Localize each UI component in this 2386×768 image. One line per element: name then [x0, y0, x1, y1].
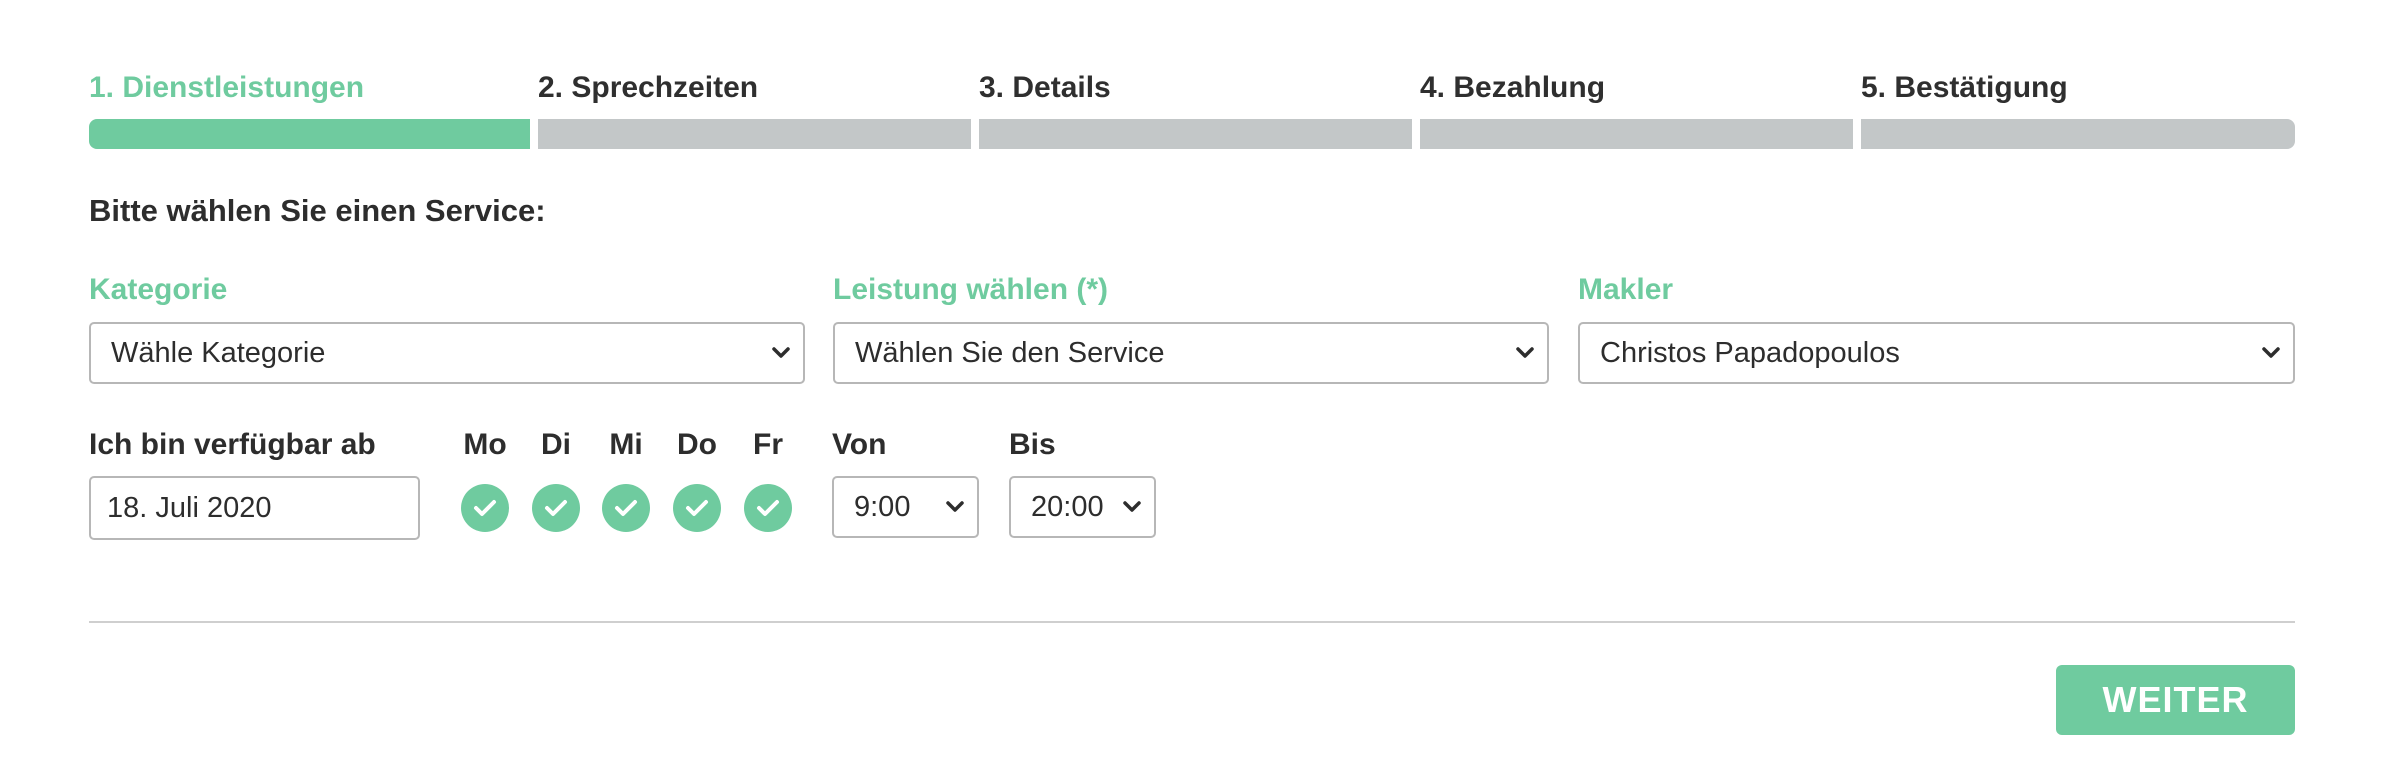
step-bar-confirmation [1861, 119, 2295, 149]
check-icon [545, 500, 567, 516]
day-label-do: Do [677, 428, 717, 461]
check-icon [686, 500, 708, 516]
next-button[interactable]: WEITER [2056, 665, 2295, 735]
step-label-details[interactable]: 3. Details [979, 70, 1111, 106]
step-label-confirmation[interactable]: 5. Bestätigung [1861, 70, 2068, 106]
available-from-date-input[interactable]: 18. Juli 2020 [89, 476, 420, 540]
day-checkbox-mo[interactable] [461, 484, 509, 532]
check-icon [757, 500, 779, 516]
service-heading: Bitte wählen Sie einen Service: [89, 193, 546, 228]
chevron-down-icon [2261, 346, 2281, 360]
from-time-label: Von [832, 428, 887, 461]
available-from-label: Ich bin verfügbar ab [89, 428, 376, 461]
category-select-value: Wähle Kategorie [111, 336, 326, 369]
agent-label: Makler [1578, 273, 1674, 306]
agent-select[interactable]: Christos Papadopoulos [1578, 322, 2295, 384]
check-icon [615, 500, 637, 516]
day-checkbox-do[interactable] [673, 484, 721, 532]
to-time-select[interactable]: 20:00 [1009, 476, 1156, 538]
agent-select-value: Christos Papadopoulos [1600, 336, 1900, 369]
chevron-down-icon [1515, 346, 1535, 360]
day-label-mi: Mi [609, 428, 643, 461]
chevron-down-icon [945, 500, 965, 514]
step-label-office-hours[interactable]: 2. Sprechzeiten [538, 70, 758, 106]
category-select[interactable]: Wähle Kategorie [89, 322, 805, 384]
day-label-mo: Mo [463, 428, 507, 461]
service-select-value: Wählen Sie den Service [855, 336, 1165, 369]
step-bar-services [89, 119, 530, 149]
service-select[interactable]: Wählen Sie den Service [833, 322, 1549, 384]
from-time-value: 9:00 [854, 490, 911, 523]
from-time-select[interactable]: 9:00 [832, 476, 979, 538]
form-divider [89, 621, 2295, 623]
step-bar-details [979, 119, 1412, 149]
day-label-di: Di [541, 428, 571, 461]
day-checkbox-di[interactable] [532, 484, 580, 532]
to-time-label: Bis [1009, 428, 1056, 461]
step-label-services[interactable]: 1. Dienstleistungen [89, 70, 364, 106]
chevron-down-icon [771, 346, 791, 360]
step-bar-payment [1420, 119, 1853, 149]
service-label: Leistung wählen (*) [833, 273, 1109, 306]
chevron-down-icon [1122, 500, 1142, 514]
category-label: Kategorie [89, 273, 228, 306]
step-label-payment[interactable]: 4. Bezahlung [1420, 70, 1605, 106]
to-time-value: 20:00 [1031, 490, 1104, 523]
check-icon [474, 500, 496, 516]
day-checkbox-fr[interactable] [744, 484, 792, 532]
step-bar-office-hours [538, 119, 971, 149]
day-checkbox-mi[interactable] [602, 484, 650, 532]
day-label-fr: Fr [753, 428, 783, 461]
